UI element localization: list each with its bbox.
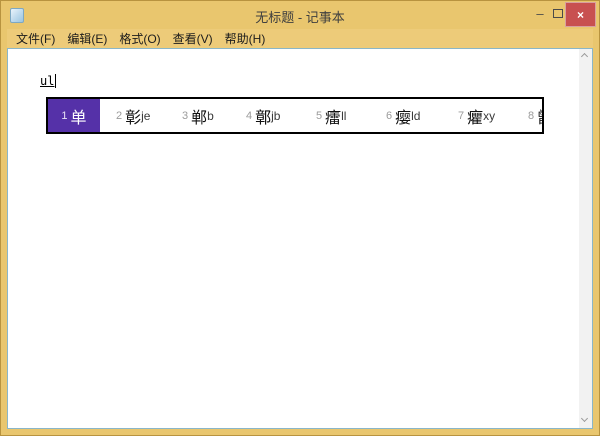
titlebar[interactable]: 无标题 - 记事本 – × <box>1 1 599 29</box>
ime-composition-text: ul <box>40 74 54 88</box>
chevron-up-icon[interactable] <box>582 54 589 61</box>
candidate-code: je <box>141 109 150 123</box>
candidate-character: 鄣 <box>255 104 271 128</box>
candidate-number: 7 <box>458 110 464 122</box>
close-button[interactable]: × <box>565 2 596 27</box>
notepad-window: 无标题 - 记事本 – × 文件(F) 编辑(E) 格式(O) 查看(V) 帮助… <box>0 0 600 436</box>
candidate-code: jb <box>271 109 280 123</box>
menu-view[interactable]: 查看(V) <box>167 28 219 49</box>
candidate-character: 瘿 <box>395 104 411 128</box>
candidate-character: 癯 <box>467 104 483 128</box>
candidate-character: 彰 <box>125 104 141 128</box>
candidate-number: 4 <box>246 110 252 122</box>
candidate-code: ll <box>341 109 346 123</box>
ime-candidate-6[interactable]: 6 瘿 ld <box>378 99 450 132</box>
candidate-number: 6 <box>386 110 392 122</box>
window-title: 无标题 - 记事本 <box>1 7 599 26</box>
ime-composition-row: ul <box>40 73 56 89</box>
text-caret <box>55 74 56 88</box>
menu-help[interactable]: 帮助(H) <box>219 28 272 49</box>
vertical-scrollbar[interactable] <box>579 49 592 428</box>
menu-file[interactable]: 文件(F) <box>10 28 61 49</box>
ime-candidate-4[interactable]: 4 鄣 jb <box>238 99 308 132</box>
chevron-down-icon[interactable] <box>582 416 589 423</box>
candidate-character: 癗 <box>325 104 341 128</box>
candidate-number: 1 <box>61 110 67 122</box>
ime-candidate-3[interactable]: 3 郸 b <box>174 99 238 132</box>
ime-candidate-1[interactable]: 1 单 <box>48 99 100 132</box>
ime-candidate-7[interactable]: 7 癯 xy <box>450 99 520 132</box>
candidate-character: 鄫 <box>537 104 544 128</box>
ime-candidate-2[interactable]: 2 彰 je <box>108 99 174 132</box>
candidate-character: 单 <box>71 104 87 128</box>
candidate-character: 郸 <box>191 104 207 128</box>
menu-bar: 文件(F) 编辑(E) 格式(O) 查看(V) 帮助(H) <box>7 29 593 48</box>
ime-candidate-5[interactable]: 5 癗 ll <box>308 99 378 132</box>
maximize-button[interactable] <box>553 9 563 18</box>
candidate-number: 3 <box>182 110 188 122</box>
ime-candidate-window: 1 单 2 彰 je 3 郸 b 4 鄣 jb 5 癗 ll <box>46 97 544 134</box>
candidate-number: 8 <box>528 110 534 122</box>
candidate-code: ld <box>411 109 420 123</box>
candidate-number: 5 <box>316 110 322 122</box>
minimize-button[interactable]: – <box>533 4 547 22</box>
candidate-code: b <box>207 109 214 123</box>
menu-format[interactable]: 格式(O) <box>113 28 166 49</box>
candidate-number: 2 <box>116 110 122 122</box>
ime-candidate-8[interactable]: 8 鄫 j <box>520 99 544 132</box>
text-area[interactable]: ul 1 单 2 彰 je 3 郸 b 4 鄣 jb <box>7 48 593 429</box>
menu-edit[interactable]: 编辑(E) <box>61 28 113 49</box>
candidate-code: xy <box>483 109 495 123</box>
